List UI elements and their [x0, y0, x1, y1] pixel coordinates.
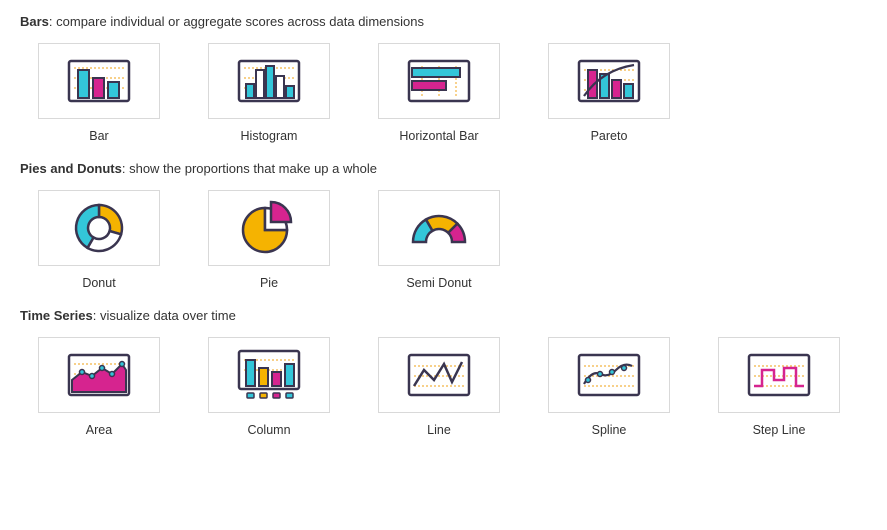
chart-option-semidonut[interactable]: [378, 190, 500, 266]
chart-option-line[interactable]: [378, 337, 500, 413]
chart-option-stepline[interactable]: [718, 337, 840, 413]
section-title: Time Series: [20, 308, 93, 323]
chart-label: Step Line: [753, 423, 806, 437]
spline-chart-icon: [574, 350, 644, 400]
section-pies: Pies and Donuts: show the proportions th…: [20, 161, 867, 290]
step-line-chart-icon: [744, 350, 814, 400]
chart-label: Bar: [89, 129, 108, 143]
column-chart-icon: [234, 348, 304, 402]
row-time-series: Area: [20, 337, 867, 437]
tile-column: Column: [208, 337, 330, 437]
chart-option-pareto[interactable]: [548, 43, 670, 119]
section-desc: : compare individual or aggregate scores…: [49, 14, 424, 29]
chart-label: Spline: [592, 423, 627, 437]
section-desc: : visualize data over time: [93, 308, 236, 323]
tile-area: Area: [38, 337, 160, 437]
chart-label: Histogram: [241, 129, 298, 143]
area-chart-icon: [64, 350, 134, 400]
chart-option-histogram[interactable]: [208, 43, 330, 119]
chart-label: Pie: [260, 276, 278, 290]
tile-pie: Pie: [208, 190, 330, 290]
chart-label: Line: [427, 423, 451, 437]
pareto-chart-icon: [574, 56, 644, 106]
section-title: Bars: [20, 14, 49, 29]
tile-histogram: Histogram: [208, 43, 330, 143]
tile-semidonut: Semi Donut: [378, 190, 500, 290]
tile-bar: Bar: [38, 43, 160, 143]
horizontal-bar-chart-icon: [404, 56, 474, 106]
tile-horizontal-bar: Horizontal Bar: [378, 43, 500, 143]
section-time-series: Time Series: visualize data over time: [20, 308, 867, 437]
donut-chart-icon: [69, 200, 129, 256]
chart-option-area[interactable]: [38, 337, 160, 413]
bar-chart-icon: [64, 56, 134, 106]
tile-pareto: Pareto: [548, 43, 670, 143]
section-desc: : show the proportions that make up a wh…: [122, 161, 377, 176]
chart-option-spline[interactable]: [548, 337, 670, 413]
section-header-bars: Bars: compare individual or aggregate sc…: [20, 14, 867, 29]
section-header-pies: Pies and Donuts: show the proportions th…: [20, 161, 867, 176]
chart-label: Horizontal Bar: [399, 129, 478, 143]
row-bars: Bar Histogra: [20, 43, 867, 143]
chart-label: Area: [86, 423, 112, 437]
tile-stepline: Step Line: [718, 337, 840, 437]
histogram-chart-icon: [234, 56, 304, 106]
chart-option-column[interactable]: [208, 337, 330, 413]
chart-option-pie[interactable]: [208, 190, 330, 266]
row-pies: Donut Pie: [20, 190, 867, 290]
chart-option-bar[interactable]: [38, 43, 160, 119]
section-title: Pies and Donuts: [20, 161, 122, 176]
tile-spline: Spline: [548, 337, 670, 437]
chart-label: Donut: [82, 276, 115, 290]
section-bars: Bars: compare individual or aggregate sc…: [20, 14, 867, 143]
chart-label: Column: [247, 423, 290, 437]
tile-line: Line: [378, 337, 500, 437]
chart-label: Semi Donut: [406, 276, 471, 290]
chart-label: Pareto: [591, 129, 628, 143]
chart-option-donut[interactable]: [38, 190, 160, 266]
semi-donut-chart-icon: [406, 206, 472, 250]
chart-option-horizontal-bar[interactable]: [378, 43, 500, 119]
line-chart-icon: [404, 350, 474, 400]
tile-donut: Donut: [38, 190, 160, 290]
pie-chart-icon: [237, 200, 301, 256]
section-header-time-series: Time Series: visualize data over time: [20, 308, 867, 323]
